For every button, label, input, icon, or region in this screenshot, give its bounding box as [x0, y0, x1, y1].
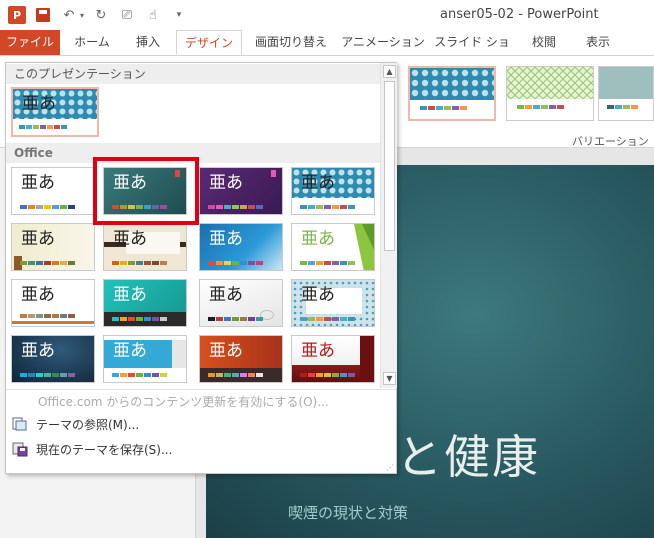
variation-thumb-2[interactable]	[506, 66, 594, 121]
save-theme-label: 現在のテーマを保存(S)...	[36, 442, 173, 457]
theme-retrospect[interactable]: 亜あ	[11, 279, 95, 327]
theme-sample-text: 亜あ	[301, 173, 335, 193]
theme-parallax[interactable]: 亜あ	[291, 335, 375, 383]
start-from-beginning-icon[interactable]: ⎚	[116, 6, 138, 24]
tab-review[interactable]: 校閲	[522, 30, 566, 55]
theme-accent-tab	[271, 170, 276, 177]
theme-color-bar	[300, 205, 355, 209]
theme-facet-green[interactable]: 亜あ	[291, 223, 375, 271]
customize-qat-icon[interactable]: ▾	[168, 6, 190, 24]
theme-sample-text: 亜あ	[301, 229, 335, 249]
slide-subtitle[interactable]: 喫煙の現状と対策	[288, 502, 408, 523]
theme-sample-text: 亜あ	[301, 285, 335, 305]
theme-color-bar	[300, 317, 355, 321]
theme-color-bar	[112, 373, 167, 377]
enable-content-updates-item: Office.com からのコンテンツ更新を有効にする(O)...	[38, 394, 329, 409]
theme-current[interactable]: 亜あ	[11, 87, 99, 137]
theme-color-bar	[20, 373, 75, 377]
theme-berlin[interactable]: 亜あ	[199, 335, 283, 383]
theme-wood-type[interactable]: 亜あ	[103, 223, 187, 271]
theme-color-bar	[20, 205, 75, 209]
browse-themes-label: テーマの参照(M)...	[36, 417, 140, 432]
theme-sample-text: 亜あ	[113, 341, 147, 361]
save-icon[interactable]	[32, 6, 54, 24]
scroll-thumb[interactable]	[384, 81, 395, 251]
resize-grip-icon[interactable]: ⋰	[386, 463, 394, 472]
gallery-scrollbar[interactable]: ▲ ▼	[380, 63, 397, 388]
theme-dots[interactable]: 亜あ	[291, 279, 375, 327]
scroll-down-button[interactable]: ▼	[383, 372, 396, 385]
theme-color-bar	[112, 317, 167, 321]
tab-design[interactable]: デザイン	[176, 30, 242, 55]
theme-sample-text: 亜あ	[113, 285, 147, 305]
theme-decoration	[12, 321, 94, 324]
variations-group-label: バリエーション	[572, 135, 649, 148]
theme-banded[interactable]: 亜あ	[103, 335, 187, 383]
tab-view[interactable]: 表示	[576, 30, 620, 55]
ribbon-tabs: ファイル ホーム 挿入 デザイン 画面切り替え アニメーション スライド ショー…	[0, 30, 654, 73]
tab-slideshow[interactable]: スライド ショー	[432, 30, 512, 73]
variation-pattern	[410, 68, 494, 110]
powerpoint-logo-icon: P	[6, 6, 28, 24]
theme-sample-text: 亜あ	[22, 94, 56, 114]
theme-color-bar	[20, 314, 75, 318]
theme-color-bar	[300, 261, 355, 265]
variation-thumb-3[interactable]	[598, 66, 654, 121]
tab-transitions[interactable]: 画面切り替え	[248, 30, 334, 55]
browse-themes-item[interactable]: テーマの参照(M)...	[12, 414, 139, 434]
redo-icon[interactable]: ↻	[90, 6, 112, 24]
theme-sample-text: 亜あ	[209, 285, 243, 305]
theme-decoration	[360, 336, 374, 382]
save-current-theme-item[interactable]: 現在のテーマを保存(S)...	[12, 439, 172, 459]
theme-color-bar	[208, 261, 263, 265]
theme-slice[interactable]: 亜あ	[103, 279, 187, 327]
theme-sample-text: 亜あ	[21, 173, 55, 193]
theme-color-bar	[208, 373, 263, 377]
title-bar: P ↶ ▾ ↻ ⎚ ☝ ▾ anser05-02 - PowerPoint	[0, 0, 654, 30]
touch-mode-icon[interactable]: ☝	[142, 6, 164, 24]
theme-facet-blue[interactable]: 亜あ	[199, 223, 283, 271]
quick-access-toolbar: P ↶ ▾ ↻ ⎚ ☝ ▾	[6, 6, 194, 24]
browse-themes-icon	[12, 416, 28, 432]
tab-insert[interactable]: 挿入	[124, 30, 172, 55]
variation-pattern	[507, 67, 593, 109]
variation-pattern	[599, 67, 653, 109]
theme-sample-text: 亜あ	[21, 285, 55, 305]
theme-ion[interactable]: 亜あ	[199, 167, 283, 215]
theme-sample-text: 亜あ	[301, 341, 335, 361]
save-theme-icon	[12, 441, 28, 457]
theme-savon[interactable]: 亜あ	[199, 279, 283, 327]
theme-integral[interactable]: 亜あ	[11, 335, 95, 383]
undo-icon[interactable]: ↶	[58, 6, 80, 24]
scroll-up-button[interactable]: ▲	[383, 65, 396, 78]
theme-color-bar	[300, 373, 355, 377]
theme-sample-text: 亜あ	[21, 229, 55, 249]
menu-separator	[6, 389, 396, 390]
theme-office[interactable]: 亜あ	[11, 167, 95, 215]
theme-color-bar	[20, 261, 75, 265]
theme-pattern-blue[interactable]: 亜あ	[291, 167, 375, 215]
tab-home[interactable]: ホーム	[64, 30, 120, 55]
section-this-presentation: このプレゼンテーション	[6, 64, 380, 84]
theme-decoration	[172, 340, 186, 368]
theme-sample-text: 亜あ	[209, 229, 243, 249]
theme-sample-text: 亜あ	[209, 173, 243, 193]
tab-animations[interactable]: アニメーション	[340, 30, 426, 55]
theme-color-bar	[208, 317, 263, 321]
highlight-annotation	[93, 157, 199, 225]
theme-color-bar	[112, 261, 167, 265]
theme-organic[interactable]: 亜あ	[11, 223, 95, 271]
tab-file[interactable]: ファイル	[0, 30, 60, 55]
window-title: anser05-02 - PowerPoint	[440, 7, 599, 22]
variation-thumb-1[interactable]	[408, 66, 496, 121]
theme-color-bar	[208, 205, 263, 209]
theme-sample-text: 亜あ	[209, 341, 243, 361]
themes-gallery-dropdown: このプレゼンテーション Office ▲ ▼ 亜あ 亜あ 亜あ 亜あ 亜あ 亜あ…	[5, 62, 397, 474]
theme-sample-text: 亜あ	[113, 229, 147, 249]
theme-sample-text: 亜あ	[21, 341, 55, 361]
undo-dropdown-icon[interactable]: ▾	[78, 6, 86, 24]
